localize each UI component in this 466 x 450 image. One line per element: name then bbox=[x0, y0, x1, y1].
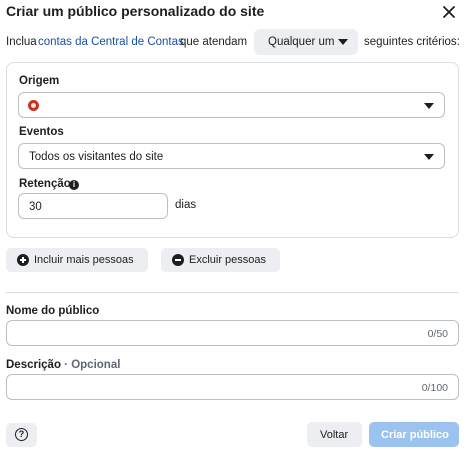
retention-label: Retenção bbox=[19, 178, 71, 190]
back-label: Voltar bbox=[320, 429, 349, 441]
plus-circle-icon bbox=[17, 254, 29, 266]
retention-input[interactable]: 30 bbox=[18, 193, 168, 219]
info-icon[interactable]: i bbox=[69, 180, 79, 190]
audience-name-input[interactable]: 0/50 bbox=[6, 320, 459, 346]
help-icon: ? bbox=[15, 428, 28, 441]
optional-tag: · Opcional bbox=[60, 359, 121, 371]
events-select[interactable]: Todos os visitantes do site bbox=[18, 143, 445, 169]
caret-down-icon bbox=[424, 154, 434, 160]
criteria-panel: Origem Eventos Todos os visitantes do si… bbox=[6, 62, 459, 238]
description-label-text: Descrição bbox=[6, 359, 61, 371]
divider bbox=[6, 292, 459, 293]
caret-down-icon bbox=[338, 39, 348, 45]
origin-select[interactable] bbox=[18, 92, 445, 118]
exclude-label: Excluir pessoas bbox=[189, 254, 267, 266]
create-audience-button[interactable]: Criar público bbox=[369, 422, 459, 447]
match-any-value: Qualquer um bbox=[268, 36, 335, 48]
include-more-label: Incluir mais pessoas bbox=[34, 254, 134, 266]
include-suffix: seguintes critérios: bbox=[364, 36, 460, 48]
include-criteria-row: Inclua contas da Central de Contas que a… bbox=[6, 29, 462, 55]
accounts-center-link[interactable]: contas da Central de Contas bbox=[38, 36, 184, 48]
help-button[interactable]: ? bbox=[6, 423, 37, 447]
name-label: Nome do público bbox=[6, 305, 100, 317]
caret-down-icon bbox=[424, 103, 434, 109]
close-icon[interactable] bbox=[438, 1, 460, 23]
description-input[interactable]: 0/100 bbox=[6, 374, 459, 400]
match-any-dropdown[interactable]: Qualquer um bbox=[254, 29, 358, 55]
description-char-counter: 0/100 bbox=[421, 382, 448, 394]
create-label: Criar público bbox=[381, 429, 449, 441]
pixel-source-icon bbox=[28, 100, 39, 111]
include-prefix: Inclua bbox=[6, 36, 37, 48]
minus-circle-icon bbox=[172, 254, 184, 266]
description-label: Descrição · Opcional bbox=[6, 359, 120, 371]
include-middle: que atendam bbox=[180, 36, 248, 48]
dialog-title: Criar um público personalizado do site bbox=[6, 3, 265, 19]
retention-unit: dias bbox=[175, 199, 197, 211]
name-char-counter: 0/50 bbox=[427, 328, 448, 340]
back-button[interactable]: Voltar bbox=[307, 422, 362, 447]
exclude-button[interactable]: Excluir pessoas bbox=[161, 248, 280, 272]
events-label: Eventos bbox=[19, 126, 64, 138]
events-value: Todos os visitantes do site bbox=[29, 151, 164, 163]
retention-value: 30 bbox=[29, 201, 42, 213]
origin-label: Origem bbox=[19, 75, 60, 87]
include-more-button[interactable]: Incluir mais pessoas bbox=[6, 248, 148, 272]
